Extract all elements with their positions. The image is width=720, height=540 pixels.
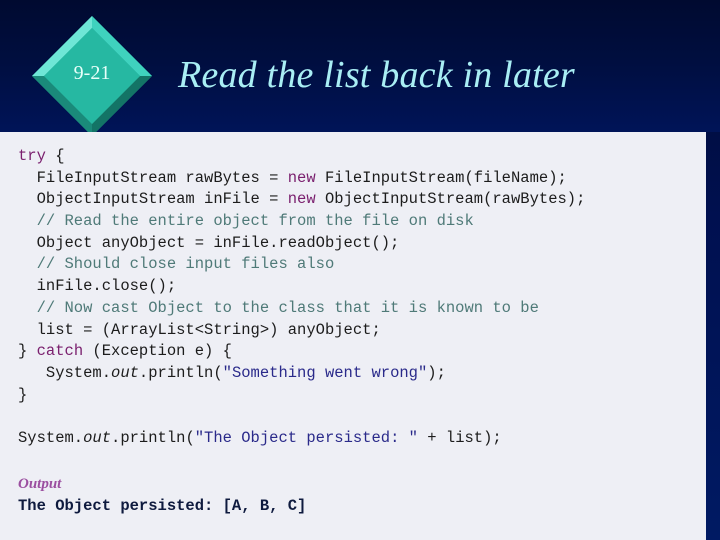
code-comment: // Should close input files also xyxy=(18,255,335,274)
code-comment: // Read the entire object from the file … xyxy=(18,212,474,231)
code-line: FileInputStream rawBytes = new FileInput… xyxy=(18,168,585,190)
string-literal: "Something went wrong" xyxy=(222,363,428,382)
code-line: } catch (Exception e) { xyxy=(18,341,585,363)
code-line: } xyxy=(18,385,28,404)
code-line: System.out.println("Something went wrong… xyxy=(18,363,585,385)
slide-number: 9-21 xyxy=(73,62,111,84)
code-text: + list); xyxy=(418,428,502,447)
code-text: FileInputStream(fileName); xyxy=(315,168,567,187)
code-comment: // Now cast Object to the class that it … xyxy=(18,298,539,317)
code-text: } xyxy=(18,342,37,361)
code-text: ObjectInputStream inFile = xyxy=(18,190,288,209)
code-text: System. xyxy=(18,363,112,382)
string-literal: "The Object persisted: " xyxy=(194,428,418,447)
code-text: ObjectInputStream(rawBytes); xyxy=(315,190,586,209)
code-text: .println( xyxy=(111,428,195,447)
code-line: Object anyObject = inFile.readObject(); xyxy=(18,233,400,252)
code-text: .println( xyxy=(138,363,223,382)
slide-title: Read the list back in later xyxy=(178,54,575,96)
code-line: System.out.println("The Object persisted… xyxy=(18,428,585,450)
code-line: ObjectInputStream inFile = new ObjectInp… xyxy=(18,189,586,211)
code-text: System. xyxy=(18,428,84,447)
keyword: try xyxy=(18,147,46,165)
code-text: ); xyxy=(427,363,446,382)
code-line: list = (ArrayList<String>) anyObject; xyxy=(18,320,381,339)
code-text: (Exception e) { xyxy=(83,342,232,361)
code-line: inFile.close(); xyxy=(18,277,177,296)
keyword: new xyxy=(287,168,316,187)
output-text: The Object persisted: [A, B, C] xyxy=(18,497,307,515)
code-field: out xyxy=(83,428,112,447)
code-block: try { FileInputStream rawBytes = new Fil… xyxy=(18,146,585,450)
code-field: out xyxy=(111,363,139,382)
output-label: Output xyxy=(18,476,62,492)
code-text: { xyxy=(45,147,65,165)
code-text: FileInputStream rawBytes = xyxy=(18,168,288,187)
keyword: catch xyxy=(36,342,84,361)
code-line: try { xyxy=(18,146,585,168)
keyword: new xyxy=(287,190,316,209)
